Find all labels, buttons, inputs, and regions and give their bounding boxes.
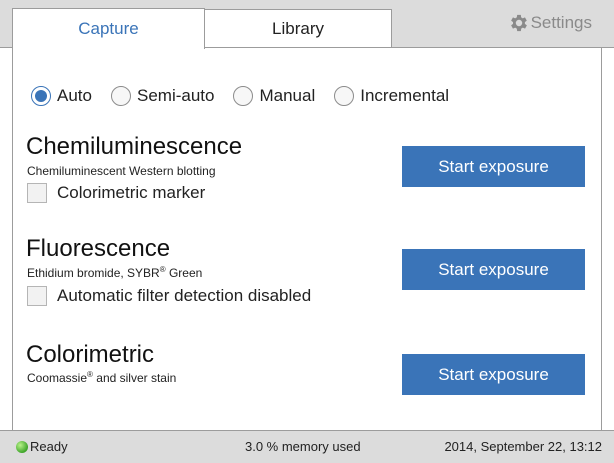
chemiluminescence-title: Chemiluminescence: [26, 133, 243, 160]
mode-label: Semi-auto: [136, 86, 215, 105]
checkbox-label: Automatic filter detection disabled: [57, 286, 312, 305]
mode-radio-manual[interactable]: Manual: [233, 86, 315, 106]
status-bar: Ready 3.0 % memory used 2014, September …: [0, 430, 614, 463]
mode-label: Manual: [259, 86, 316, 105]
checkbox-label: Colorimetric marker: [57, 183, 206, 202]
status-datetime: 2014, September 22, 13:12: [444, 439, 602, 454]
colorimetric-start-button[interactable]: Start exposure: [402, 354, 585, 395]
mode-radio-auto[interactable]: Auto: [31, 86, 92, 106]
tab-library-label: Library: [272, 18, 324, 38]
automatic-filter-detection-checkbox[interactable]: Automatic filter detection disabled: [27, 286, 311, 306]
settings-button[interactable]: Settings: [508, 12, 592, 34]
mode-radio-incremental[interactable]: Incremental: [334, 86, 449, 106]
status-ready: Ready: [16, 439, 68, 454]
radio-icon: [334, 86, 355, 106]
chemiluminescence-subtitle: Chemiluminescent Western blotting: [27, 164, 216, 178]
tab-library[interactable]: Library: [205, 9, 392, 48]
settings-label: Settings: [530, 13, 592, 32]
app-window: Capture Library Settings Auto Semi-auto …: [0, 0, 614, 463]
gear-icon: [510, 14, 527, 32]
mode-label: Incremental: [360, 86, 450, 105]
fluorescence-start-button[interactable]: Start exposure: [402, 249, 585, 290]
capture-panel: Auto Semi-auto Manual Incremental Chemil…: [12, 48, 602, 430]
colorimetric-subtitle: Coomassie® and silver stain: [27, 370, 177, 386]
tab-capture[interactable]: Capture: [12, 8, 205, 49]
colorimetric-marker-checkbox[interactable]: Colorimetric marker: [27, 183, 205, 203]
radio-icon: [233, 86, 254, 106]
status-ready-label: Ready: [30, 439, 68, 454]
radio-icon: [31, 86, 51, 106]
checkbox-icon: [27, 183, 47, 203]
fluorescence-subtitle: Ethidium bromide, SYBR® Green: [27, 265, 203, 281]
mode-radio-semi-auto[interactable]: Semi-auto: [110, 86, 215, 106]
radio-icon: [110, 86, 131, 106]
status-led-icon: [16, 440, 28, 453]
chemiluminescence-start-button[interactable]: Start exposure: [402, 146, 585, 187]
mode-label: Auto: [57, 86, 92, 105]
memory-usage: 3.0 % memory used: [245, 439, 361, 454]
checkbox-icon: [27, 286, 47, 306]
mode-radio-group: Auto Semi-auto Manual Incremental: [31, 86, 468, 106]
tab-capture-label: Capture: [78, 19, 139, 38]
colorimetric-title: Colorimetric: [26, 341, 155, 368]
fluorescence-title: Fluorescence: [26, 235, 171, 262]
tab-bar: Capture Library Settings: [0, 0, 614, 49]
